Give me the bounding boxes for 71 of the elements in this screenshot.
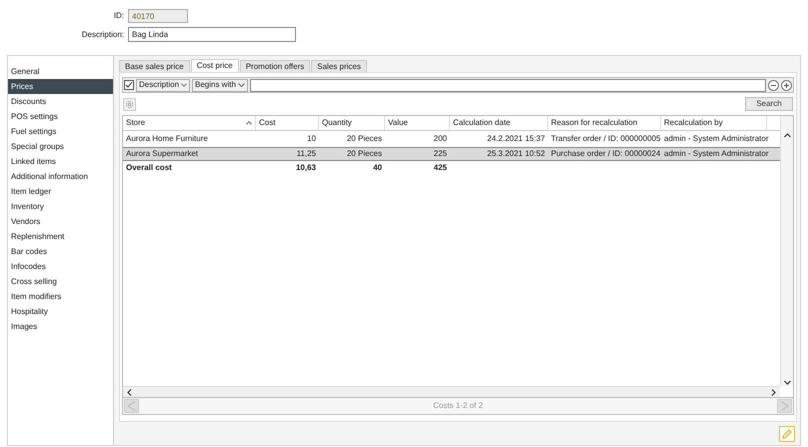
chevron-down-icon — [238, 83, 245, 87]
filter-field[interactable] — [250, 78, 766, 92]
tab[interactable]: Base sales price — [119, 60, 190, 72]
tab[interactable]: Cost price — [190, 59, 239, 72]
column-header[interactable]: Reason for recalculation — [548, 116, 661, 130]
sidebar-item[interactable]: Replenishment — [8, 229, 113, 244]
sidebar-item[interactable]: Infocodes — [8, 259, 113, 274]
description-field[interactable]: Bag Linda — [128, 27, 296, 42]
search-button[interactable]: Search — [745, 97, 793, 111]
scroll-up-icon[interactable] — [784, 133, 790, 138]
vertical-scrollbar[interactable] — [780, 116, 793, 386]
table-cell: 10 — [307, 134, 316, 143]
tab[interactable]: Promotion offers — [240, 60, 310, 72]
sidebar-item[interactable]: Prices — [8, 79, 113, 94]
sidebar-item[interactable]: Inventory — [8, 199, 113, 214]
pencil-icon — [782, 429, 792, 439]
settings-icon — [125, 100, 134, 108]
total-cell: 40 — [373, 163, 382, 172]
table-cell: 24.2.2021 15:37 — [487, 134, 545, 143]
scroll-right-icon[interactable] — [771, 388, 776, 396]
plus-circle-icon[interactable] — [781, 80, 792, 90]
sidebar-item[interactable]: Additional information — [8, 169, 113, 184]
sidebar-item[interactable]: Hospitality — [8, 304, 113, 319]
sidebar-item[interactable]: Discounts — [8, 94, 113, 109]
table-cell: 200 — [434, 134, 447, 143]
chevron-down-icon — [181, 83, 187, 87]
table-cell: 11,25 — [296, 149, 316, 158]
sidebar-item[interactable]: Bar codes — [8, 244, 113, 259]
table-cell: 20 Pieces — [346, 149, 382, 158]
sidebar-item[interactable]: Item modifiers — [8, 289, 113, 304]
sidebar-item[interactable]: POS settings — [8, 109, 113, 124]
column-header[interactable]: Store — [123, 116, 256, 130]
sidebar-item[interactable]: Fuel settings — [8, 124, 113, 139]
table-row[interactable]: Aurora Home Furniture 10 20 Pieces 200 24.2.2021 15:37 Transfer order / ID: 000000005 admin - System Administrator — [123, 132, 780, 146]
table-cell: Purchase order / ID: 00000024 — [551, 149, 660, 158]
dropdown[interactable]: Begins with — [192, 78, 248, 92]
scroll-left-icon[interactable] — [127, 388, 132, 396]
table-cell: Transfer order / ID: 000000005 — [551, 134, 661, 143]
column-header[interactable]: Quantity — [319, 116, 385, 130]
column-header[interactable]: Value — [385, 116, 450, 130]
sidebar-item[interactable]: Images — [8, 319, 113, 334]
id-label: ID: — [114, 10, 124, 22]
minus-circle-icon[interactable] — [768, 80, 779, 90]
id-field[interactable]: 40170 — [128, 9, 188, 23]
sidebar-item[interactable]: Cross selling — [8, 274, 113, 289]
table-cell: 225 — [434, 149, 447, 158]
pager-status: Costs 1-2 of 2 — [433, 400, 483, 412]
dropdown[interactable]: Description — [136, 78, 190, 92]
table-cell: 20 Pieces — [346, 134, 382, 143]
sidebar-item[interactable]: General — [8, 64, 113, 79]
total-cell: 10,63 — [296, 163, 316, 172]
table-cell: Aurora Supermarket — [126, 149, 198, 158]
sidebar-item[interactable]: Special groups — [8, 139, 113, 154]
total-cell: 425 — [434, 163, 447, 172]
sidebar-item[interactable]: Vendors — [8, 214, 113, 229]
scroll-down-icon[interactable] — [784, 380, 790, 385]
column-header[interactable]: Calculation date — [450, 116, 548, 130]
column-header[interactable]: Recalculation by — [661, 116, 767, 130]
table-cell: admin - System Administrator — [664, 134, 768, 143]
sidebar-item[interactable]: Linked items — [8, 154, 113, 169]
sidebar-item[interactable]: Item ledger — [8, 184, 113, 199]
tab[interactable]: Sales prices — [311, 60, 367, 72]
horizontal-scrollbar[interactable] — [123, 386, 780, 397]
checkbox[interactable] — [124, 80, 134, 90]
total-label: Overall cost — [126, 163, 172, 172]
table-cell: Aurora Home Furniture — [126, 134, 208, 143]
description-label: Description: — [82, 28, 124, 40]
column-header[interactable]: Cost — [256, 116, 319, 130]
table-row[interactable]: Aurora Supermarket 11,25 20 Pieces 225 25.3.2021 10:52 Purchase order / ID: 00000024 admin - System Administrator — [123, 147, 780, 161]
table-cell: 25.3.2021 10:52 — [487, 149, 545, 158]
table-cell: admin - System Administrator — [664, 149, 768, 158]
